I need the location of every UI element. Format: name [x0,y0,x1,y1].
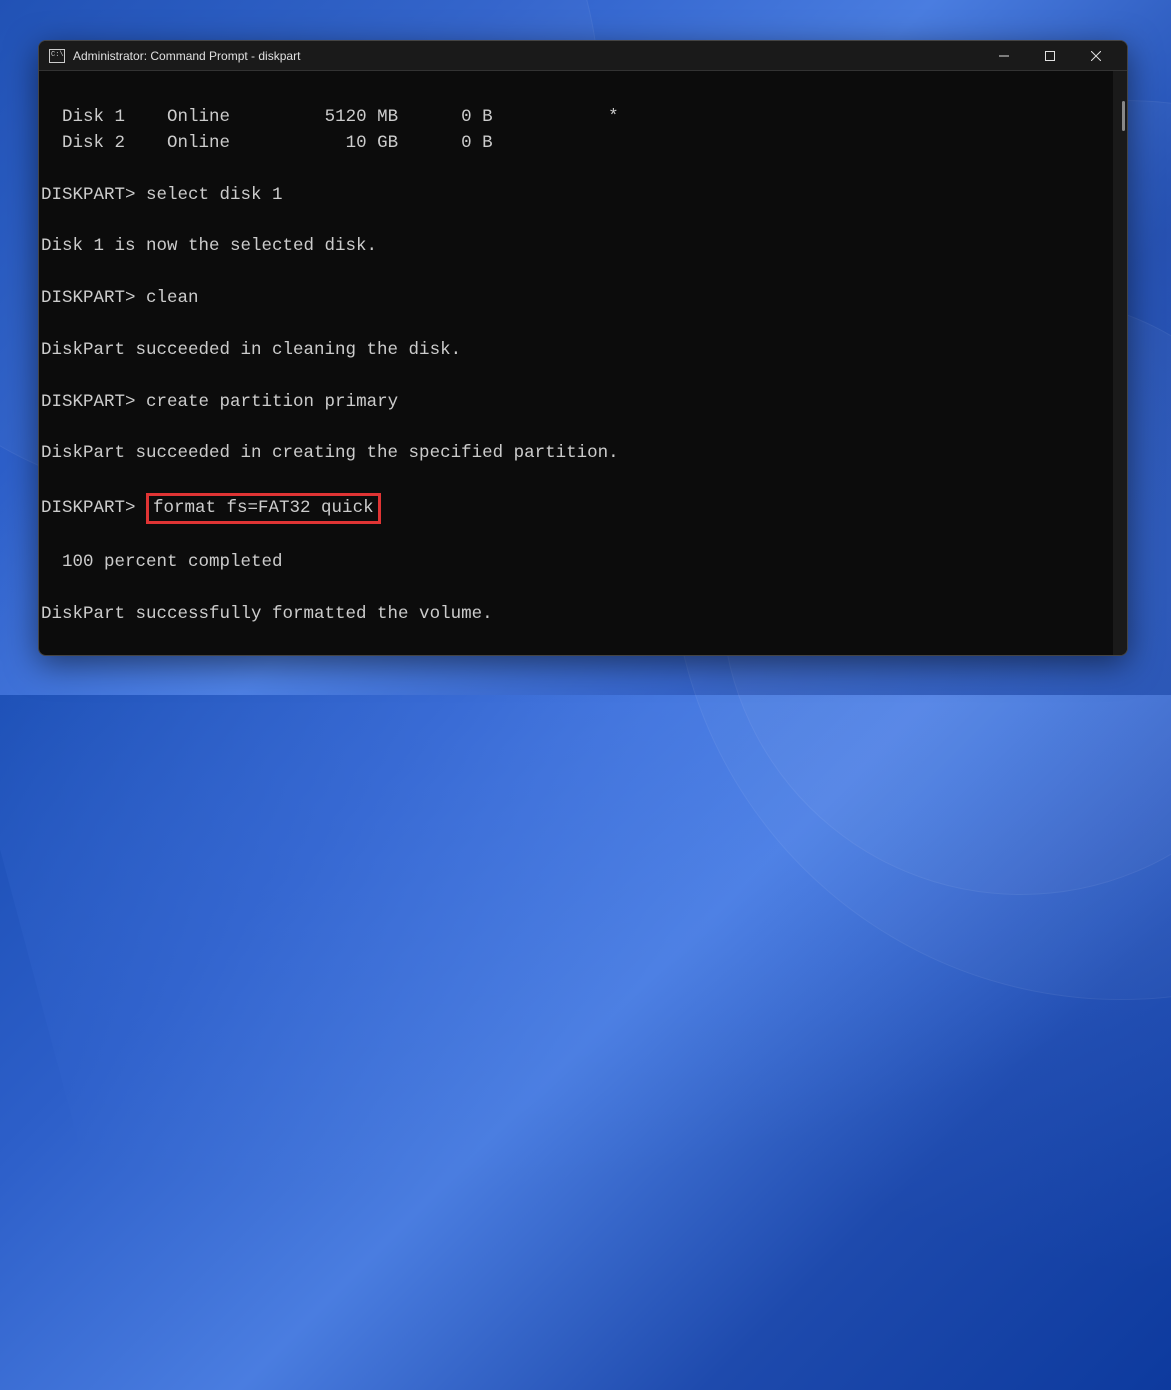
prompt-line-format: DISKPART> format fs=FAT32 quick [41,498,381,518]
terminal-area[interactable]: Disk 1 Online 5120 MB 0 B * Disk 2 Onlin… [39,71,1127,655]
prompt-line-clean: DISKPART> clean [41,288,199,308]
disk-row-2: Disk 2 Online 10 GB 0 B [41,133,493,153]
titlebar[interactable]: Administrator: Command Prompt - diskpart [39,41,1127,71]
minimize-button[interactable] [981,41,1027,70]
window-controls [981,41,1119,70]
scrollbar-track[interactable] [1113,71,1127,655]
close-button[interactable] [1073,41,1119,70]
minimize-icon [999,51,1009,61]
cmd-window: Administrator: Command Prompt - diskpart… [38,40,1128,656]
prompt-line-select: DISKPART> select disk 1 [41,185,283,205]
highlighted-format-command: format fs=FAT32 quick [146,493,381,524]
maximize-button[interactable] [1027,41,1073,70]
output-progress: 100 percent completed [41,552,283,572]
window-title: Administrator: Command Prompt - diskpart [73,49,981,63]
output-selected: Disk 1 is now the selected disk. [41,236,377,256]
disk-row-1: Disk 1 Online 5120 MB 0 B * [41,107,619,127]
cmd-icon [49,49,65,63]
output-clean-ok: DiskPart succeeded in cleaning the disk. [41,340,461,360]
output-format-ok: DiskPart successfully formatted the volu… [41,604,493,624]
close-icon [1091,51,1101,61]
maximize-icon [1045,51,1055,61]
output-create-ok: DiskPart succeeded in creating the speci… [41,443,619,463]
prompt-line-create: DISKPART> create partition primary [41,392,398,412]
scrollbar-thumb[interactable] [1122,101,1125,131]
